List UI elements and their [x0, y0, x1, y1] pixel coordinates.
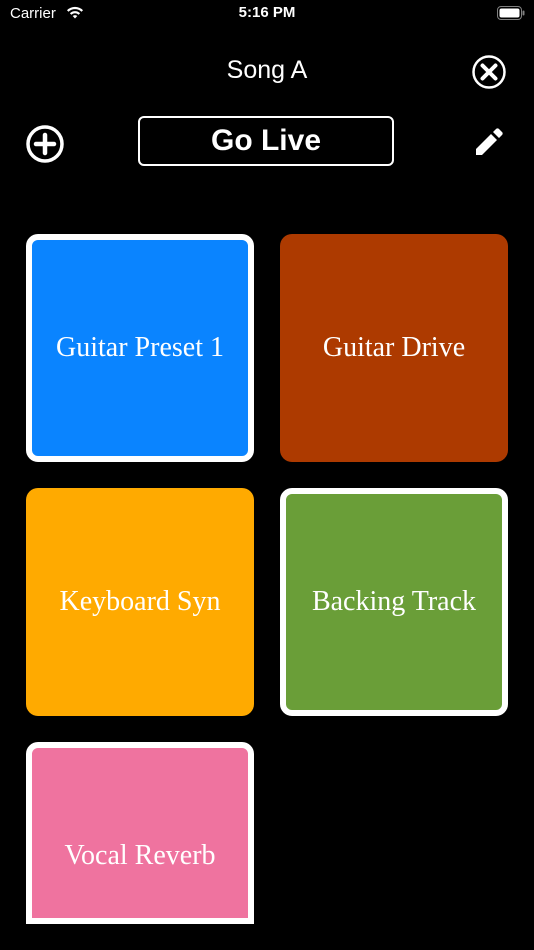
add-icon[interactable] [26, 125, 64, 163]
pencil-icon[interactable] [472, 125, 506, 159]
tile-label: Guitar Drive [322, 332, 466, 363]
tile-keyboard-syn[interactable]: Keyboard Syn [26, 488, 254, 716]
tile-label: Guitar Preset 1 [56, 332, 224, 363]
tile-label: Vocal Reverb [64, 840, 216, 871]
go-live-button[interactable]: Go Live [138, 116, 394, 166]
tile-label: Keyboard Syn [59, 586, 221, 617]
close-icon[interactable] [472, 55, 506, 89]
tile-label: Backing Track [311, 586, 477, 617]
tile-guitar-drive[interactable]: Guitar Drive [280, 234, 508, 462]
tile-guitar-preset-1[interactable]: Guitar Preset 1 [26, 234, 254, 462]
battery-icon [497, 6, 525, 20]
tile-vocal-reverb[interactable]: Vocal Reverb [26, 742, 254, 924]
status-time: 5:16 PM [238, 4, 296, 21]
tile-backing-track[interactable]: Backing Track [280, 488, 508, 716]
song-title: Song A [226, 56, 308, 84]
status-bar: Carrier 5:16 PM [0, 0, 534, 28]
